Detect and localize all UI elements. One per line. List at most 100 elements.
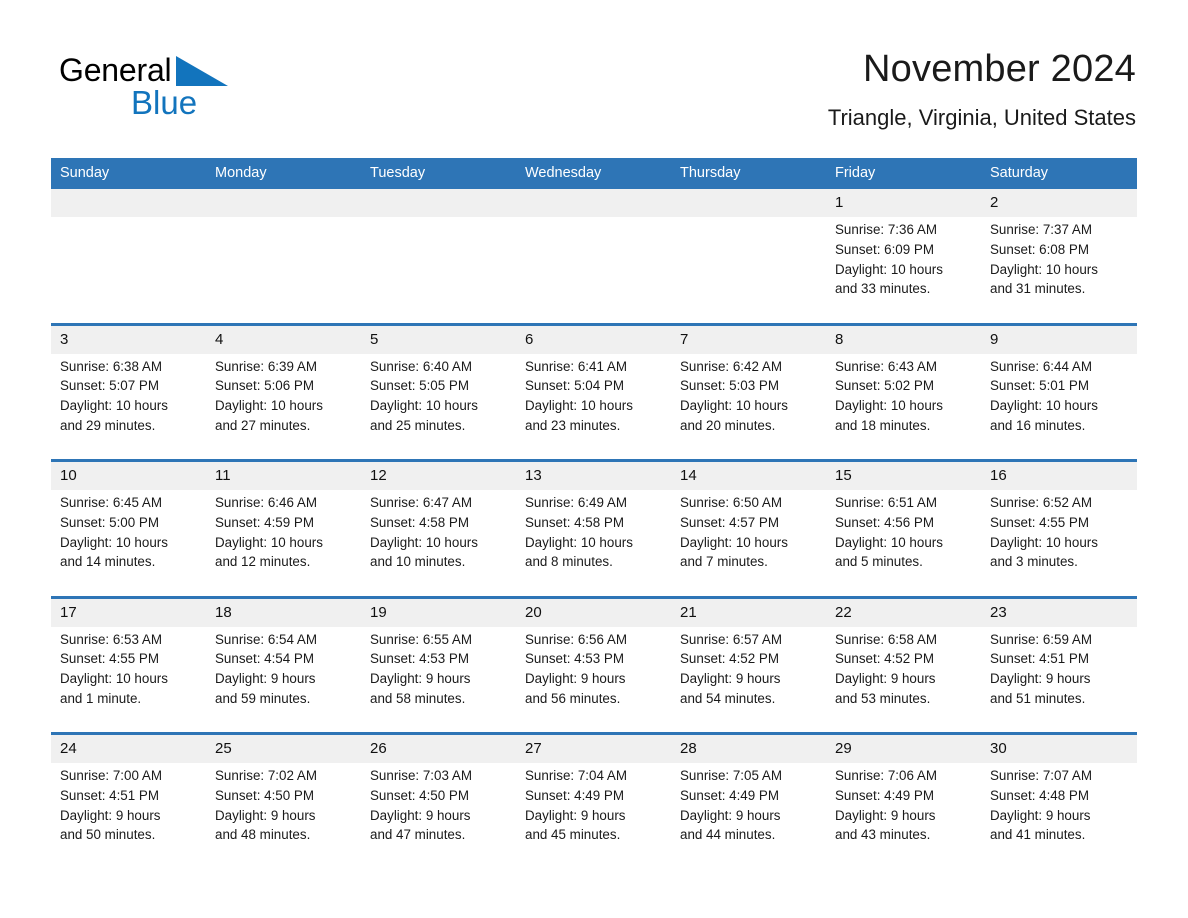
day-info-line: Sunset: 4:56 PM <box>835 514 934 530</box>
day-info-line: Sunset: 6:08 PM <box>990 241 1089 257</box>
day-number[interactable]: 24 <box>51 732 206 763</box>
day-number[interactable]: 10 <box>51 459 206 490</box>
day-number[interactable]: 9 <box>981 322 1137 354</box>
day-info-line: Sunset: 5:03 PM <box>680 378 779 394</box>
day-number[interactable]: 12 <box>361 459 516 490</box>
day-info-line: Sunrise: 7:03 AM <box>370 768 472 783</box>
day-info-line: Daylight: 10 hours <box>60 671 168 687</box>
day-cell[interactable]: Sunrise: 7:00 AM Sunset: 4:51 PM Daylight:… <box>51 763 206 870</box>
day-cell[interactable]: Sunrise: 6:38 AM Sunset: 5:07 PM Daylight:… <box>51 353 206 461</box>
day-cell[interactable]: Sunrise: 7:07 AM Sunset: 4:48 PM Daylight:… <box>981 763 1137 870</box>
day-cell[interactable]: Sunrise: 6:51 AM Sunset: 4:56 PM Daylight:… <box>826 490 981 597</box>
day-cell[interactable]: Sunrise: 6:45 AM Sunset: 5:00 PM Daylight:… <box>51 490 206 597</box>
day-info-line: Daylight: 9 hours <box>525 807 626 823</box>
day-number[interactable]: 1 <box>826 189 981 217</box>
day-cell[interactable]: Sunrise: 6:46 AM Sunset: 4:59 PM Daylight:… <box>206 490 361 597</box>
day-number[interactable]: 22 <box>826 595 981 627</box>
day-info-line: Sunrise: 6:46 AM <box>215 495 317 510</box>
weekday-header-monday: Monday <box>206 158 361 189</box>
day-number[interactable]: 2 <box>981 189 1137 217</box>
generalblue-logo[interactable]: General Blue <box>59 52 289 126</box>
day-number[interactable]: 11 <box>206 459 361 490</box>
day-info-line: Daylight: 10 hours <box>370 398 478 414</box>
day-info-line: Sunset: 5:04 PM <box>525 378 624 394</box>
day-cell[interactable]: Sunrise: 6:57 AM Sunset: 4:52 PM Daylight:… <box>671 626 826 734</box>
day-cell[interactable]: Sunrise: 6:58 AM Sunset: 4:52 PM Daylight:… <box>826 626 981 734</box>
day-number[interactable]: 29 <box>826 732 981 763</box>
day-number[interactable]: 8 <box>826 322 981 354</box>
day-number[interactable]: 18 <box>206 595 361 627</box>
day-number[interactable]: 19 <box>361 595 516 627</box>
day-number[interactable]: 4 <box>206 322 361 354</box>
day-info-line: Sunrise: 7:02 AM <box>215 768 317 783</box>
day-cell[interactable]: Sunrise: 7:03 AM Sunset: 4:50 PM Daylight:… <box>361 763 516 870</box>
day-number[interactable]: 5 <box>361 322 516 354</box>
calendar-body: 1 2 Sunrise: 7:36 AM Sunset: 6:09 PM Dayligh… <box>51 189 1137 870</box>
day-info-line: Sunset: 4:49 PM <box>680 787 779 803</box>
day-cell[interactable]: Sunrise: 6:47 AM Sunset: 4:58 PM Daylight:… <box>361 490 516 597</box>
day-info-line: and 44 minutes. <box>680 827 776 843</box>
day-number[interactable]: 21 <box>671 595 826 627</box>
day-cell[interactable]: Sunrise: 6:54 AM Sunset: 4:54 PM Daylight:… <box>206 626 361 734</box>
day-info-line: Daylight: 10 hours <box>990 534 1098 550</box>
day-info-line: Sunrise: 7:04 AM <box>525 768 627 783</box>
day-number[interactable]: 25 <box>206 732 361 763</box>
day-cell[interactable]: Sunrise: 6:44 AM Sunset: 5:01 PM Daylight:… <box>981 353 1137 461</box>
day-number[interactable]: 6 <box>516 322 671 354</box>
day-info-line: and 14 minutes. <box>60 554 156 570</box>
day-number[interactable]: 13 <box>516 459 671 490</box>
day-number[interactable]: 7 <box>671 322 826 354</box>
day-number[interactable]: 3 <box>51 322 206 354</box>
week-daynumber-row: 24 25 26 27 28 29 30 <box>51 732 1137 763</box>
day-info-line: and 48 minutes. <box>215 827 311 843</box>
weekday-header-saturday: Saturday <box>981 158 1137 189</box>
day-number[interactable]: 20 <box>516 595 671 627</box>
day-number[interactable]: 16 <box>981 459 1137 490</box>
day-cell[interactable]: Sunrise: 7:02 AM Sunset: 4:50 PM Daylight:… <box>206 763 361 870</box>
day-number[interactable]: 28 <box>671 732 826 763</box>
calendar-table: Sunday Monday Tuesday Wednesday Thursday Frid… <box>51 158 1137 870</box>
day-cell[interactable]: Sunrise: 6:50 AM Sunset: 4:57 PM Daylight:… <box>671 490 826 597</box>
day-info-line: and 53 minutes. <box>835 690 931 706</box>
day-cell[interactable]: Sunrise: 7:04 AM Sunset: 4:49 PM Daylight:… <box>516 763 671 870</box>
weekday-header-tuesday: Tuesday <box>361 158 516 189</box>
day-cell[interactable]: Sunrise: 6:53 AM Sunset: 4:55 PM Daylight:… <box>51 626 206 734</box>
day-cell[interactable]: Sunrise: 6:41 AM Sunset: 5:04 PM Daylight:… <box>516 353 671 461</box>
day-cell[interactable]: Sunrise: 6:43 AM Sunset: 5:02 PM Daylight:… <box>826 353 981 461</box>
day-number[interactable]: 26 <box>361 732 516 763</box>
day-info-line: Sunset: 4:49 PM <box>835 787 934 803</box>
day-info-line: and 33 minutes. <box>835 281 931 297</box>
day-number[interactable]: 14 <box>671 459 826 490</box>
day-info-line: and 7 minutes. <box>680 554 768 570</box>
day-cell[interactable]: Sunrise: 7:37 AM Sunset: 6:08 PM Daylight:… <box>981 217 1137 324</box>
day-info-line: and 43 minutes. <box>835 827 931 843</box>
day-cell[interactable]: Sunrise: 6:56 AM Sunset: 4:53 PM Daylight:… <box>516 626 671 734</box>
day-cell[interactable]: Sunrise: 7:05 AM Sunset: 4:49 PM Daylight:… <box>671 763 826 870</box>
day-info-line: Sunrise: 6:39 AM <box>215 358 317 374</box>
day-info-line: Sunrise: 6:59 AM <box>990 631 1092 647</box>
day-info-line: Daylight: 10 hours <box>990 261 1098 277</box>
day-number[interactable]: 27 <box>516 732 671 763</box>
day-cell[interactable]: Sunrise: 6:52 AM Sunset: 4:55 PM Daylight:… <box>981 490 1137 597</box>
day-number[interactable]: 30 <box>981 732 1137 763</box>
day-cell[interactable]: Sunrise: 6:59 AM Sunset: 4:51 PM Daylight:… <box>981 626 1137 734</box>
day-info-line: Sunset: 5:02 PM <box>835 378 934 394</box>
day-info-line: and 10 minutes. <box>370 554 466 570</box>
day-cell[interactable]: Sunrise: 6:40 AM Sunset: 5:05 PM Daylight:… <box>361 353 516 461</box>
day-cell[interactable]: Sunrise: 7:36 AM Sunset: 6:09 PM Daylight:… <box>826 217 981 324</box>
day-info-line: and 16 minutes. <box>990 417 1086 433</box>
day-number[interactable]: 15 <box>826 459 981 490</box>
day-number[interactable]: 17 <box>51 595 206 627</box>
week-detail-row: Sunrise: 7:36 AM Sunset: 6:09 PM Daylight:… <box>51 217 1137 324</box>
day-number[interactable]: 23 <box>981 595 1137 627</box>
day-cell[interactable]: Sunrise: 6:55 AM Sunset: 4:53 PM Daylight:… <box>361 626 516 734</box>
day-info-line: Sunrise: 6:54 AM <box>215 631 317 647</box>
day-info-line: Sunrise: 6:41 AM <box>525 358 627 374</box>
day-cell[interactable]: Sunrise: 7:06 AM Sunset: 4:49 PM Daylight:… <box>826 763 981 870</box>
day-cell[interactable]: Sunrise: 6:42 AM Sunset: 5:03 PM Daylight:… <box>671 353 826 461</box>
day-cell[interactable]: Sunrise: 6:39 AM Sunset: 5:06 PM Daylight:… <box>206 353 361 461</box>
day-cell[interactable]: Sunrise: 6:49 AM Sunset: 4:58 PM Daylight:… <box>516 490 671 597</box>
day-number-empty <box>206 189 361 217</box>
day-info-line: Sunset: 5:05 PM <box>370 378 469 394</box>
day-info-line: Daylight: 9 hours <box>370 807 471 823</box>
